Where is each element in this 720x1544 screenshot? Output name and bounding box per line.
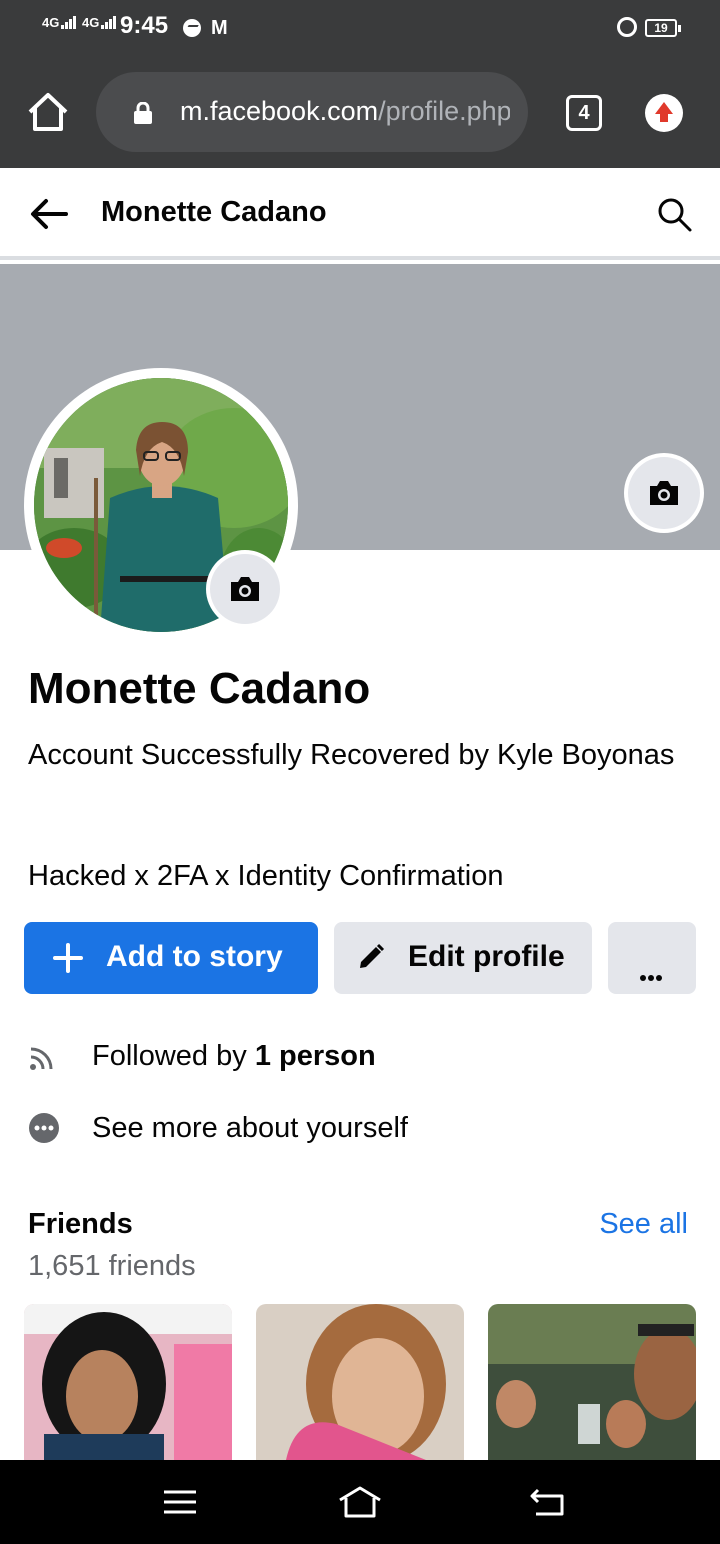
tab-count-button[interactable]: 4 <box>566 95 602 131</box>
status-bar: 4G 4G 9:45 M 19 <box>0 0 720 56</box>
browser-home-icon[interactable] <box>24 88 72 136</box>
camera-icon <box>650 481 678 505</box>
add-to-story-button[interactable]: Add to story <box>24 922 318 994</box>
friend-photo-1 <box>24 1304 232 1460</box>
gmail-icon: M <box>211 17 228 39</box>
more-circle-icon <box>29 1113 59 1143</box>
url-text: m.facebook.com/profile.php <box>180 96 510 126</box>
friend-photo-3 <box>488 1304 696 1460</box>
see-more-about-text: See more about yourself <box>92 1112 408 1144</box>
search-icon[interactable] <box>655 195 695 235</box>
back-arrow-icon[interactable] <box>28 194 70 234</box>
more-icon <box>640 955 664 989</box>
system-navigation-bar <box>0 1460 720 1544</box>
more-options-button[interactable] <box>608 922 696 994</box>
lock-icon <box>134 102 152 124</box>
battery-indicator: 19 <box>645 19 681 37</box>
followed-by-text: Followed by 1 person <box>92 1040 376 1072</box>
alarm-icon <box>617 17 637 37</box>
messenger-icon <box>183 19 201 37</box>
friend-thumbnail[interactable] <box>24 1304 232 1460</box>
edit-profile-label: Edit profile <box>408 940 565 973</box>
see-more-about-row[interactable]: See more about yourself <box>0 1102 720 1152</box>
profile-bio: Account Successfully Recovered by Kyle B… <box>28 739 675 771</box>
profile-name: Monette Cadano <box>28 664 371 713</box>
pencil-icon <box>360 943 385 968</box>
camera-icon <box>231 577 259 601</box>
home-icon[interactable] <box>336 1484 384 1520</box>
rss-feed-icon <box>30 1047 53 1070</box>
edit-profile-button[interactable]: Edit profile <box>334 922 592 994</box>
plus-icon <box>53 943 83 973</box>
back-icon[interactable] <box>528 1484 568 1520</box>
add-to-story-label: Add to story <box>106 940 283 973</box>
page-title: Monette Cadano <box>101 196 327 228</box>
friend-photo-2 <box>256 1304 464 1460</box>
signal-indicator-2: 4G <box>82 16 117 29</box>
friend-thumbnail[interactable] <box>256 1304 464 1460</box>
friends-heading: Friends <box>28 1208 133 1240</box>
friends-count: 1,651 friends <box>28 1250 196 1282</box>
see-all-friends-link[interactable]: See all <box>599 1208 688 1241</box>
signal-indicator-1: 4G <box>42 16 77 29</box>
address-bar[interactable]: m.facebook.com/profile.php <box>96 72 528 152</box>
edit-cover-button[interactable] <box>624 453 704 533</box>
menu-icon[interactable] <box>162 1484 198 1520</box>
profile-header: Monette Cadano <box>0 168 720 260</box>
edit-profile-picture-button[interactable] <box>206 550 284 628</box>
browser-chrome: 4G 4G 9:45 M 19 m.facebook.com/profile.p… <box>0 0 720 168</box>
update-icon[interactable] <box>645 94 683 132</box>
followed-by-row[interactable]: Followed by 1 person <box>0 1030 720 1080</box>
profile-bio-secondary: Hacked x 2FA x Identity Confirmation <box>28 860 504 892</box>
friend-thumbnail[interactable] <box>488 1304 696 1460</box>
status-time: 9:45 <box>120 12 169 39</box>
